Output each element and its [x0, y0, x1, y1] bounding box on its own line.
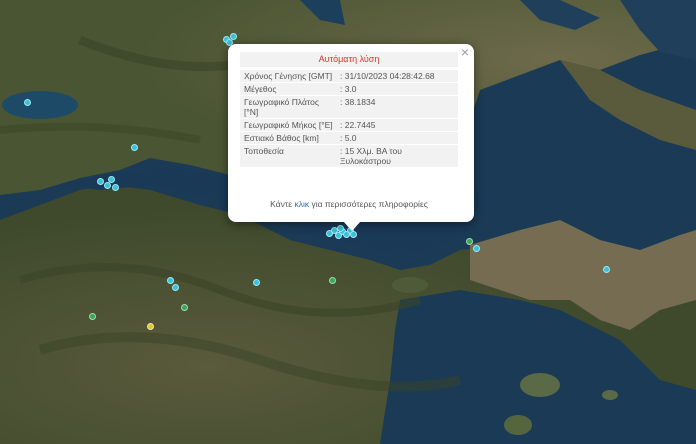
earthquake-info-popup: × Αυτόματη λύση Χρόνος Γένησης [GMT] : 3…	[228, 44, 474, 231]
row-label: Γεωγραφικό Πλάτος [°N]	[240, 96, 338, 118]
row-value: : 5.0	[338, 132, 458, 144]
earthquake-marker[interactable]	[147, 323, 154, 330]
more-suffix: για περισσότερες πληροφορίες	[311, 199, 428, 209]
earthquake-marker[interactable]	[108, 176, 115, 183]
earthquake-marker[interactable]	[89, 313, 96, 320]
row-value: : 15 Χλμ. ΒΑ του Ξυλοκάστρου	[338, 145, 458, 167]
earthquake-marker[interactable]	[167, 277, 174, 284]
earthquake-details-table: Χρόνος Γένησης [GMT] : 31/10/2023 04:28:…	[240, 69, 458, 168]
table-row: Γεωγραφικό Μήκος [°E] : 22.7445	[240, 119, 458, 131]
earthquake-marker[interactable]	[97, 178, 104, 185]
more-info-text: Κάντε κλικ για περισσότερες πληροφορίες	[240, 199, 458, 209]
earthquake-marker[interactable]	[473, 245, 480, 252]
table-row: Τοποθεσία : 15 Χλμ. ΒΑ του Ξυλοκάστρου	[240, 145, 458, 167]
earthquake-marker[interactable]	[329, 277, 336, 284]
table-row: Γεωγραφικό Πλάτος [°N] : 38.1834	[240, 96, 458, 118]
row-value: : 22.7445	[338, 119, 458, 131]
earthquake-marker[interactable]	[131, 144, 138, 151]
more-prefix: Κάντε	[270, 199, 293, 209]
row-value: : 3.0	[338, 83, 458, 95]
earthquake-marker[interactable]	[181, 304, 188, 311]
row-label: Εστιακό Βάθος [km]	[240, 132, 338, 144]
close-icon[interactable]: ×	[461, 45, 469, 59]
table-row: Μέγεθος : 3.0	[240, 83, 458, 95]
row-label: Τοποθεσία	[240, 145, 338, 167]
more-info-link[interactable]: κλικ	[294, 199, 309, 209]
row-value: : 38.1834	[338, 96, 458, 118]
earthquake-marker[interactable]	[172, 284, 179, 291]
earthquake-marker[interactable]	[112, 184, 119, 191]
earthquake-marker[interactable]	[104, 182, 111, 189]
row-value: : 31/10/2023 04:28:42.68	[338, 70, 458, 82]
table-row: Εστιακό Βάθος [km] : 5.0	[240, 132, 458, 144]
map-view[interactable]: × Αυτόματη λύση Χρόνος Γένησης [GMT] : 3…	[0, 0, 696, 444]
earthquake-marker[interactable]	[253, 279, 260, 286]
table-row: Χρόνος Γένησης [GMT] : 31/10/2023 04:28:…	[240, 70, 458, 82]
earthquake-marker[interactable]	[603, 266, 610, 273]
earthquake-marker[interactable]	[24, 99, 31, 106]
popup-title: Αυτόματη λύση	[240, 52, 458, 67]
row-label: Χρόνος Γένησης [GMT]	[240, 70, 338, 82]
row-label: Γεωγραφικό Μήκος [°E]	[240, 119, 338, 131]
earthquake-marker[interactable]	[466, 238, 473, 245]
earthquake-marker[interactable]	[350, 231, 357, 238]
row-label: Μέγεθος	[240, 83, 338, 95]
